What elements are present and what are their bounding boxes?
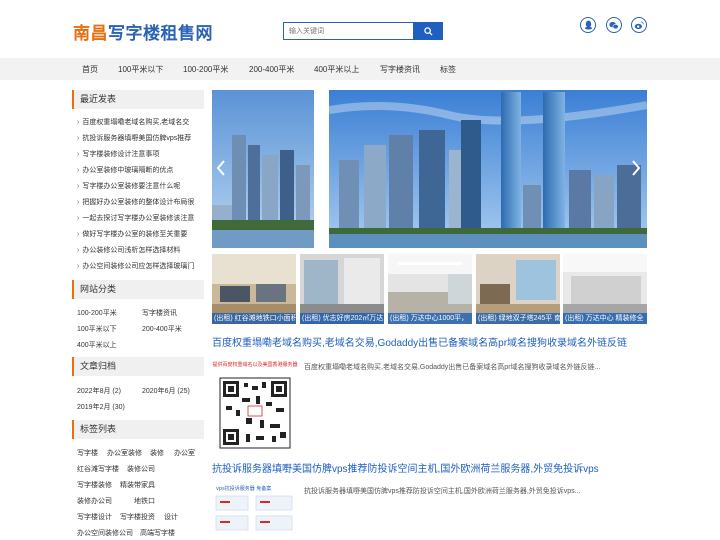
qr-caption: 提供百度权重域名以及美国香港服务器	[212, 361, 297, 368]
thumb-caption: (出租) 优志好房202㎡万达	[300, 313, 384, 324]
archive-link[interactable]: 2022年8月 (2)	[77, 386, 121, 396]
site-header: 南昌写字楼租售网	[0, 0, 720, 58]
wechat-button[interactable]	[606, 17, 622, 33]
search-bar	[283, 22, 443, 40]
tag-link[interactable]: 写字楼投资	[120, 512, 155, 522]
qr-code-image: 提供百度权重域名以及美国香港服务器	[212, 358, 298, 452]
category-link[interactable]: 100-200平米	[77, 308, 117, 318]
recent-post-item[interactable]: 办公空间装修公司应怎样选择玻璃门	[72, 259, 204, 275]
nav-news[interactable]: 写字楼资讯	[380, 64, 420, 75]
recent-post-item[interactable]: 办公室装修中玻璃隔断的优点	[72, 163, 204, 179]
recent-post-item[interactable]: 一起去探讨写字楼办公室装修该注意	[72, 211, 204, 227]
wechat-icon	[609, 21, 619, 29]
chevron-right-icon[interactable]	[631, 160, 641, 176]
tag-link[interactable]: 装修公司	[127, 464, 155, 474]
tag-link[interactable]: 装修办公司	[77, 496, 112, 506]
recent-post-item[interactable]: 做好写字楼办公室的装修至关重要	[72, 227, 204, 243]
tag-link[interactable]: 地铁口	[134, 496, 155, 506]
tag-link[interactable]: 写字楼装修	[77, 480, 112, 490]
listing-thumb[interactable]: (出租) 万达中心 精装修全	[563, 254, 647, 324]
qq-icon	[584, 20, 592, 30]
search-icon	[423, 26, 433, 36]
listing-thumb[interactable]: (出租) 万达中心1000平，	[388, 254, 472, 324]
listing-thumb[interactable]: (出租) 优志好房202㎡万达	[300, 254, 384, 324]
recent-post-item[interactable]: 抗投诉服务器填嘢美国仿脾vps推荐	[72, 131, 204, 147]
recent-posts-title: 最近发表	[72, 90, 204, 109]
tags-panel: 标签列表 写字楼 办公室装修 装修 办公室 红谷滩写字楼 装修公司 写字楼装修 …	[72, 420, 204, 540]
archive-link[interactable]: 2019年2月 (30)	[77, 402, 125, 412]
slider-prev-image[interactable]	[212, 90, 314, 248]
logo-text: 写字楼租售网	[108, 24, 213, 44]
weibo-icon	[634, 20, 644, 29]
tag-link[interactable]: 写字楼设计	[77, 512, 112, 522]
main-nav: 首页 100平米以下 100-200平米 200-400平米 400平米以上 写…	[0, 58, 720, 80]
recent-post-item[interactable]: 办公装修公司浅析怎样选择材料	[72, 243, 204, 259]
recent-posts-list: 百度权重塌嘞老域名购买,老域名交 抗投诉服务器填嘢美国仿脾vps推荐 写字楼装修…	[72, 115, 204, 275]
city-skyline-image	[212, 90, 314, 248]
listing-thumb[interactable]: (出租) 红谷滩地铁口小面积	[212, 254, 296, 324]
recent-post-item[interactable]: 百度权重塌嘞老域名购买,老域名交	[72, 115, 204, 131]
archive-panel: 文章归档 2022年8月 (2) 2020年6月 (25) 2019年2月 (3…	[72, 357, 204, 417]
article-thumbnail[interactable]: 提供百度权重域名以及美国香港服务器	[212, 358, 298, 452]
article-title-link[interactable]: 抗投诉服务器填嘢美国仿脾vps推荐防投诉空间主机,国外欧洲荷兰服务器,外贸免投诉…	[212, 460, 599, 475]
qq-button[interactable]	[580, 17, 596, 33]
thumb-caption: (出租) 万达中心 精装修全	[563, 313, 647, 324]
tag-link[interactable]: 精装带家具	[120, 480, 155, 490]
nav-under-100[interactable]: 100平米以下	[118, 64, 163, 75]
category-link[interactable]: 400平米以上	[77, 340, 117, 350]
tag-link[interactable]: 高端写字楼	[140, 528, 175, 538]
twin-towers-image	[328, 90, 648, 248]
categories-title: 网站分类	[72, 280, 204, 299]
weibo-button[interactable]	[631, 17, 647, 33]
server-ad-image: vps抗投诉服务器 免备案	[212, 482, 298, 540]
archive-title: 文章归档	[72, 357, 204, 376]
nav-200-400[interactable]: 200-400平米	[249, 64, 294, 75]
tag-link[interactable]: 设计	[164, 512, 178, 522]
categories-panel: 网站分类 100-200平米 写字楼资讯 100平米以下 200-400平米 4…	[72, 280, 204, 358]
category-link[interactable]: 200-400平米	[142, 324, 182, 334]
thumb-caption: (出租) 绿地双子塔245平 南	[476, 313, 560, 324]
slider-main-image[interactable]	[328, 90, 648, 248]
recent-posts-panel: 最近发表 百度权重塌嘞老域名购买,老域名交 抗投诉服务器填嘢美国仿脾vps推荐 …	[72, 90, 204, 275]
article-summary: 百度权重塌嘞老域名购买,老域名交易,Godaddy出售已备案域名高pr域名搜狗收…	[304, 364, 601, 371]
tag-link[interactable]: 办公空间装修公司	[77, 528, 133, 538]
category-link[interactable]: 100平米以下	[77, 324, 117, 334]
ad-caption: vps抗投诉服务器 免备案	[216, 485, 271, 492]
site-logo[interactable]: 南昌写字楼租售网	[73, 19, 213, 44]
tag-link[interactable]: 办公室装修	[107, 448, 142, 458]
recent-post-item[interactable]: 把握好办公室装修的整体设计布局很	[72, 195, 204, 211]
tag-link[interactable]: 办公室	[174, 448, 195, 458]
recent-post-item[interactable]: 写字楼装修设计注意事项	[72, 147, 204, 163]
search-button[interactable]	[413, 22, 443, 40]
nav-tags[interactable]: 标签	[440, 64, 456, 75]
recent-post-item[interactable]: 写字楼办公室装修要注意什么呢	[72, 179, 204, 195]
nav-home[interactable]: 首页	[82, 64, 98, 75]
tag-link[interactable]: 装修	[150, 448, 164, 458]
listing-thumb[interactable]: (出租) 绿地双子塔245平 南	[476, 254, 560, 324]
archive-link[interactable]: 2020年6月 (25)	[142, 386, 190, 396]
article-summary: 抗投诉服务器填嘢美国仿脾vps推荐防投诉空间主机,国外欧洲荷兰服务器,外贸免投诉…	[304, 488, 581, 495]
search-input[interactable]	[283, 22, 414, 40]
category-link[interactable]: 写字楼资讯	[142, 308, 177, 318]
nav-over-400[interactable]: 400平米以上	[314, 64, 359, 75]
article-title-link[interactable]: 百度权重塌嘞老域名购买,老域名交易,Godaddy出售已备案域名高pr域名搜狗收…	[212, 334, 627, 349]
thumb-caption: (出租) 红谷滩地铁口小面积	[212, 313, 296, 324]
logo-accent: 南昌	[73, 24, 108, 44]
tag-link[interactable]: 红谷滩写字楼	[77, 464, 119, 474]
tags-title: 标签列表	[72, 420, 204, 439]
nav-100-200[interactable]: 100-200平米	[183, 64, 228, 75]
article-thumbnail[interactable]: vps抗投诉服务器 免备案	[212, 482, 298, 540]
tag-link[interactable]: 写字楼	[77, 448, 98, 458]
thumb-caption: (出租) 万达中心1000平，	[388, 313, 472, 324]
chevron-left-icon[interactable]	[216, 160, 226, 176]
